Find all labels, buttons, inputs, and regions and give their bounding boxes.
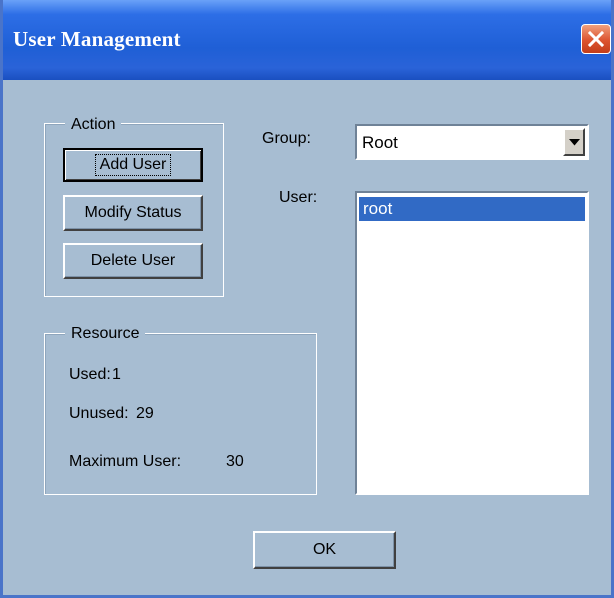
close-icon xyxy=(587,30,605,48)
group-dropdown-button[interactable] xyxy=(563,128,585,156)
close-button[interactable] xyxy=(581,24,611,54)
resource-group-legend: Resource xyxy=(65,325,146,343)
window-title: User Management xyxy=(13,27,181,51)
ok-label: OK xyxy=(312,541,337,558)
title-bar[interactable]: User Management xyxy=(3,0,611,80)
modify-status-button[interactable]: Modify Status xyxy=(63,195,203,231)
group-select-value: Root xyxy=(362,133,398,152)
ok-button[interactable]: OK xyxy=(253,531,396,569)
add-user-label: Add User xyxy=(94,154,172,176)
delete-user-button[interactable]: Delete User xyxy=(63,243,203,279)
user-label: User: xyxy=(279,189,318,206)
user-list[interactable]: root xyxy=(355,191,589,495)
user-management-dialog: User Management Action Add User Modify S… xyxy=(0,0,614,598)
user-list-item-root[interactable]: root xyxy=(359,197,585,221)
delete-user-label: Delete User xyxy=(90,252,176,269)
group-select[interactable]: Root xyxy=(355,124,589,160)
group-label: Group: xyxy=(262,130,311,147)
unused-label: Unused: xyxy=(69,405,129,422)
used-value: 1 xyxy=(112,366,121,383)
maximum-user-value: 30 xyxy=(226,453,244,470)
maximum-user-label: Maximum User: xyxy=(69,453,182,470)
action-group-legend: Action xyxy=(65,116,122,134)
add-user-button[interactable]: Add User xyxy=(63,148,203,182)
used-label: Used: xyxy=(69,366,111,383)
unused-value: 29 xyxy=(136,405,154,422)
modify-status-label: Modify Status xyxy=(84,204,182,221)
chevron-down-icon xyxy=(568,138,580,145)
